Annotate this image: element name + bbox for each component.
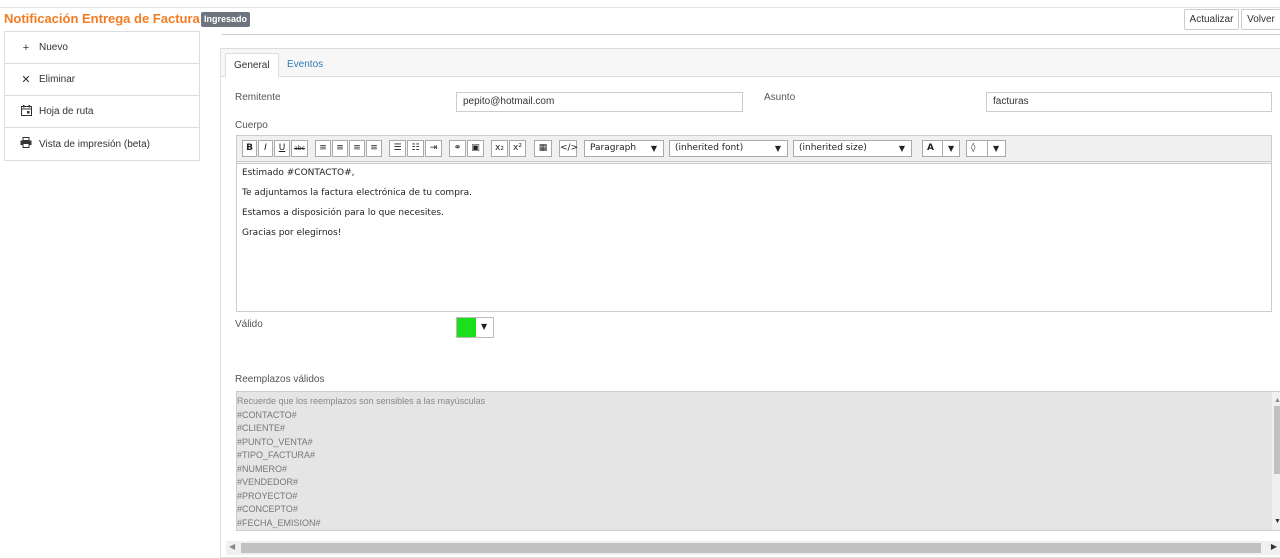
paragraph-select[interactable]: Paragraph ▼ bbox=[584, 140, 664, 157]
close-icon: ✕ bbox=[21, 74, 31, 86]
print-icon bbox=[19, 137, 33, 151]
list-item: #CLIENTE# bbox=[237, 423, 286, 433]
sidebar-item-nuevo[interactable]: + Nuevo bbox=[5, 32, 199, 64]
droplet-icon: ◊ bbox=[971, 143, 976, 153]
link-icon[interactable]: ⚭ bbox=[449, 140, 466, 157]
list-item: #CONCEPTO# bbox=[237, 504, 298, 514]
page-title: Notificación Entrega de Factura bbox=[4, 11, 200, 26]
chevron-down-icon: ▼ bbox=[481, 322, 488, 331]
bold-button[interactable]: B bbox=[242, 140, 257, 157]
size-select-value: (inherited size) bbox=[799, 143, 867, 153]
strikethrough-button[interactable]: abc bbox=[291, 140, 308, 157]
table-icon[interactable]: ▦ bbox=[534, 140, 552, 157]
align-left-icon[interactable]: ≡ bbox=[315, 140, 331, 157]
font-select[interactable]: (inherited font) ▼ bbox=[669, 140, 788, 157]
editor-content[interactable]: Estimado #CONTACTO#, Te adjuntamos la fa… bbox=[237, 163, 1271, 311]
rich-text-editor: B I U abc ≡ ≡ ≡ ≡ ☰ ☷ ⇥ ⚭ ▣ x₂ x² ▦ </> … bbox=[236, 135, 1272, 312]
tab-eventos[interactable]: Eventos bbox=[279, 53, 331, 78]
sidebar-item-label: Hoja de ruta bbox=[39, 106, 94, 117]
sidebar-item-eliminar[interactable]: ✕ Eliminar bbox=[5, 64, 199, 96]
bullet-list-icon[interactable]: ☰ bbox=[389, 140, 406, 157]
background-color-button[interactable]: ◊ ▼ bbox=[966, 140, 1006, 157]
font-select-value: (inherited font) bbox=[675, 143, 744, 153]
body-line: Gracias por elegirnos! bbox=[242, 228, 342, 238]
valido-label: Válido bbox=[235, 319, 263, 330]
scroll-left-icon[interactable]: ◀ bbox=[229, 542, 235, 551]
list-item: Recuerde que los reemplazos son sensible… bbox=[237, 396, 486, 406]
chevron-down-icon: ▼ bbox=[650, 144, 657, 153]
paragraph-select-value: Paragraph bbox=[590, 143, 637, 153]
remitente-label: Remitente bbox=[235, 92, 281, 103]
chevron-down-icon: ▼ bbox=[948, 144, 955, 153]
body-line: Estimado #CONTACTO#, bbox=[242, 168, 355, 178]
main-panel: General Eventos Remitente pepito@hotmail… bbox=[220, 48, 1280, 558]
code-icon[interactable]: </> bbox=[559, 140, 578, 157]
sidebar: + Nuevo ✕ Eliminar Hoja de ruta Vista de… bbox=[4, 31, 200, 161]
cuerpo-label: Cuerpo bbox=[235, 120, 268, 131]
asunto-label: Asunto bbox=[764, 92, 796, 103]
scroll-down-icon[interactable]: ▼ bbox=[1274, 515, 1280, 529]
volver-button[interactable]: Volver bbox=[1241, 9, 1280, 30]
subscript-button[interactable]: x₂ bbox=[491, 140, 508, 157]
font-color-button[interactable]: A ▼ bbox=[922, 140, 960, 157]
chevron-down-icon: ▼ bbox=[774, 144, 781, 153]
sidebar-item-hoja-de-ruta[interactable]: Hoja de ruta bbox=[5, 96, 199, 128]
align-justify-icon[interactable]: ≡ bbox=[366, 140, 382, 157]
actualizar-button[interactable]: Actualizar bbox=[1184, 9, 1239, 30]
list-item: #VENDEDOR# bbox=[237, 477, 299, 487]
scroll-right-icon[interactable]: ▶ bbox=[1271, 542, 1277, 551]
numbered-list-icon[interactable]: ☷ bbox=[407, 140, 424, 157]
image-icon[interactable]: ▣ bbox=[467, 140, 484, 157]
divider bbox=[987, 141, 988, 156]
list-item: #FECHA_EMISION# bbox=[237, 517, 321, 528]
plus-icon: + bbox=[22, 41, 30, 54]
align-right-icon[interactable]: ≡ bbox=[349, 140, 365, 157]
sidebar-item-label: Nuevo bbox=[39, 42, 68, 53]
list-item: #NUMERO# bbox=[237, 463, 288, 474]
size-select[interactable]: (inherited size) ▼ bbox=[793, 140, 912, 157]
vertical-scrollbar[interactable]: ▲ ▼ bbox=[1272, 392, 1280, 530]
superscript-button[interactable]: x² bbox=[509, 140, 526, 157]
sidebar-item-vista-impresion[interactable]: Vista de impresión (beta) bbox=[5, 128, 199, 160]
editor-toolbar: B I U abc ≡ ≡ ≡ ≡ ☰ ☷ ⇥ ⚭ ▣ x₂ x² ▦ </> … bbox=[237, 136, 1271, 162]
chevron-down-icon: ▼ bbox=[993, 144, 1000, 153]
status-badge: Ingresado bbox=[201, 12, 251, 27]
scrollbar-thumb[interactable] bbox=[1274, 406, 1280, 474]
body-line: Te adjuntamos la factura electrónica de … bbox=[242, 188, 472, 198]
underline-button[interactable]: U bbox=[274, 140, 290, 157]
horizontal-scrollbar[interactable]: ◀ ▶ bbox=[226, 541, 1280, 555]
remitente-field[interactable]: pepito@hotmail.com bbox=[456, 92, 743, 112]
italic-button[interactable]: I bbox=[258, 140, 273, 157]
sidebar-item-label: Eliminar bbox=[39, 74, 76, 85]
reemplazos-textarea[interactable]: Recuerde que los reemplazos son sensible… bbox=[236, 391, 1280, 531]
asunto-field[interactable]: facturas bbox=[986, 92, 1272, 112]
list-item: #PUNTO_VENTA# bbox=[237, 436, 313, 447]
scrollbar-thumb[interactable] bbox=[241, 543, 1261, 553]
body-line: Estamos a disposición para lo que necesi… bbox=[242, 208, 444, 218]
list-item: #PROYECTO# bbox=[237, 490, 298, 501]
list-item: #CONTACTO# bbox=[237, 409, 297, 420]
tab-general[interactable]: General bbox=[225, 53, 279, 78]
reemplazos-label: Reemplazos válidos bbox=[235, 374, 325, 385]
indent-icon[interactable]: ⇥ bbox=[425, 140, 442, 157]
align-center-icon[interactable]: ≡ bbox=[332, 140, 348, 157]
color-swatch bbox=[457, 318, 476, 337]
divider bbox=[222, 34, 1280, 35]
valido-color-picker[interactable]: ▼ bbox=[456, 317, 494, 338]
chevron-down-icon: ▼ bbox=[898, 144, 905, 153]
tabs-bar: General Eventos bbox=[221, 49, 1280, 78]
list-item: #TIPO_FACTURA# bbox=[237, 450, 316, 460]
calendar-icon bbox=[19, 104, 33, 119]
top-border bbox=[0, 0, 1280, 8]
font-color-label: A bbox=[927, 143, 934, 153]
divider bbox=[942, 141, 943, 156]
sidebar-item-label: Vista de impresión (beta) bbox=[39, 138, 150, 150]
